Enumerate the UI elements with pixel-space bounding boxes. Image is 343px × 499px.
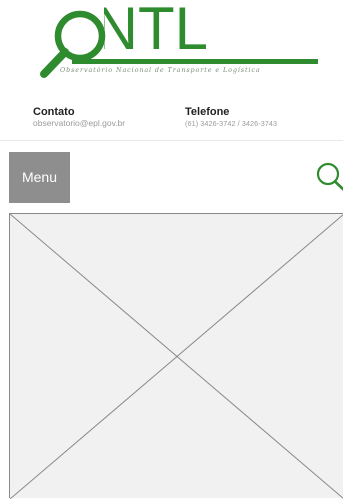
site-logo[interactable]: ONTL Observatório Nacional de Transporte… <box>34 0 324 86</box>
menu-button[interactable]: Menu <box>9 152 70 203</box>
search-icon <box>316 162 343 191</box>
phone-label: Telefone <box>185 106 230 118</box>
contact-info: Contato observatorio@epl.gov.br <box>33 106 125 129</box>
logo-subtitle: Observatório Nacional de Transporte e Lo… <box>60 66 261 74</box>
image-placeholder <box>9 213 343 499</box>
search-button[interactable] <box>312 160 343 194</box>
header-divider <box>0 140 343 141</box>
contact-email[interactable]: observatorio@epl.gov.br <box>33 118 125 129</box>
contact-label: Contato <box>33 106 75 118</box>
phone-info: Telefone (61) 3426-3742 / 3426-3743 <box>185 106 277 129</box>
phone-number[interactable]: (61) 3426-3742 / 3426-3743 <box>185 118 277 129</box>
image-placeholder-icon <box>10 214 343 499</box>
